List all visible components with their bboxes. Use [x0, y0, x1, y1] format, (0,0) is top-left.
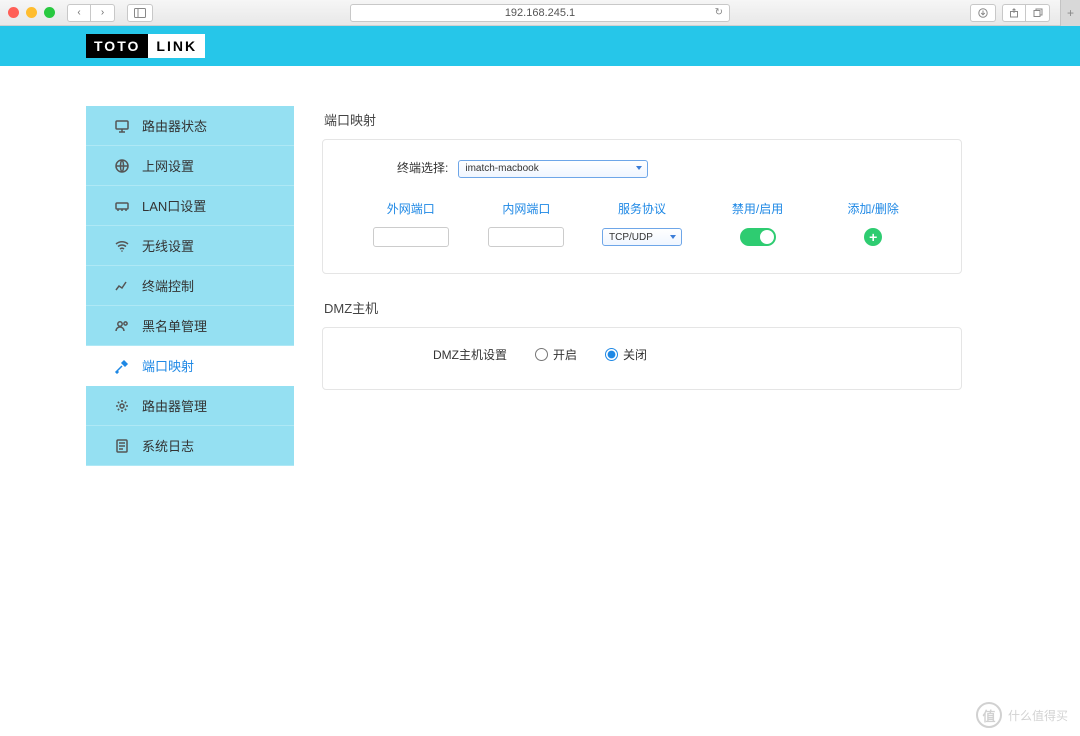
section-title-port-mapping: 端口映射	[324, 110, 962, 129]
minimize-window-icon[interactable]	[26, 7, 37, 18]
header-protocol: 服务协议	[584, 200, 700, 217]
sidebar-item-label: 无线设置	[142, 236, 194, 255]
terminal-select-row: 终端选择: imatch-macbook	[397, 158, 941, 178]
page-body: 路由器状态 上网设置 LAN口设置 无线设置 终端控制 黑名单管理 端口映射	[0, 66, 1080, 466]
sidebar-item-port-mapping[interactable]: 端口映射	[86, 346, 294, 386]
sidebar-item-internet-settings[interactable]: 上网设置	[86, 146, 294, 186]
tabs-button[interactable]	[1026, 4, 1050, 22]
sidebar-icon	[134, 8, 146, 18]
sidebar: 路由器状态 上网设置 LAN口设置 无线设置 终端控制 黑名单管理 端口映射	[86, 106, 294, 466]
users-icon	[114, 318, 130, 334]
address-bar[interactable]: 192.168.245.1 ↻	[350, 4, 730, 22]
sidebar-toggle-button[interactable]	[127, 4, 153, 22]
tabs-icon	[1033, 8, 1043, 18]
watermark: 值 什么值得买	[976, 702, 1068, 728]
dmz-radio-on[interactable]: 开启	[535, 346, 577, 363]
monitor-icon	[114, 118, 130, 134]
header-internal-port: 内网端口	[469, 200, 585, 217]
main-content: 端口映射 终端选择: imatch-macbook 外网端口 内网端口 服务协议…	[322, 106, 962, 466]
dmz-setting-row: DMZ主机设置 开启 关闭	[433, 346, 941, 363]
dmz-radio-off-input[interactable]	[605, 348, 618, 361]
watermark-text: 什么值得买	[1008, 707, 1068, 724]
gear-icon	[114, 398, 130, 414]
sidebar-item-terminal-control[interactable]: 终端控制	[86, 266, 294, 306]
share-button[interactable]	[1002, 4, 1026, 22]
forward-button[interactable]: ›	[91, 4, 115, 22]
enable-toggle[interactable]	[740, 228, 776, 246]
download-icon	[978, 8, 988, 18]
wifi-icon	[114, 238, 130, 254]
sidebar-item-blacklist[interactable]: 黑名单管理	[86, 306, 294, 346]
sidebar-item-label: 路由器管理	[142, 396, 207, 415]
toolbar-right: +	[964, 0, 1072, 26]
brand-logo: TOTO LINK	[86, 34, 205, 58]
header-external-port: 外网端口	[353, 200, 469, 217]
logo-left: TOTO	[86, 34, 148, 58]
dmz-setting-label: DMZ主机设置	[433, 346, 507, 363]
site-header: TOTO LINK	[0, 26, 1080, 66]
tools-icon	[114, 358, 130, 374]
sidebar-item-label: 终端控制	[142, 276, 194, 295]
sidebar-item-label: 系统日志	[142, 436, 194, 455]
port-mapping-card: 终端选择: imatch-macbook 外网端口 内网端口 服务协议 禁用/启…	[322, 139, 962, 274]
reload-icon[interactable]: ↻	[715, 7, 723, 18]
nav-buttons: ‹ ›	[67, 4, 115, 22]
section-title-dmz: DMZ主机	[324, 298, 962, 317]
sidebar-item-router-management[interactable]: 路由器管理	[86, 386, 294, 426]
logo-right: LINK	[148, 34, 205, 58]
terminal-select[interactable]: imatch-macbook	[458, 160, 648, 178]
internal-port-input[interactable]	[488, 227, 564, 247]
maximize-window-icon[interactable]	[44, 7, 55, 18]
add-rule-button[interactable]: +	[864, 228, 882, 246]
dmz-radio-off[interactable]: 关闭	[605, 346, 647, 363]
header-enable: 禁用/启用	[700, 200, 816, 217]
globe-icon	[114, 158, 130, 174]
share-icon	[1009, 8, 1019, 18]
external-port-input[interactable]	[373, 227, 449, 247]
sidebar-item-label: 黑名单管理	[142, 316, 207, 335]
port-mapping-headers: 外网端口 内网端口 服务协议 禁用/启用 添加/删除	[343, 200, 941, 217]
dmz-card: DMZ主机设置 开启 关闭	[322, 327, 962, 390]
dmz-radio-on-label: 开启	[553, 346, 577, 363]
port-mapping-row: TCP/UDP +	[343, 227, 941, 247]
protocol-select[interactable]: TCP/UDP	[602, 228, 682, 246]
terminal-select-label: 终端选择:	[397, 159, 448, 176]
close-window-icon[interactable]	[8, 7, 19, 18]
log-icon	[114, 438, 130, 454]
downloads-button[interactable]	[970, 4, 996, 22]
watermark-icon: 值	[976, 702, 1002, 728]
sidebar-item-system-log[interactable]: 系统日志	[86, 426, 294, 466]
sidebar-item-lan-settings[interactable]: LAN口设置	[86, 186, 294, 226]
header-action: 添加/删除	[815, 200, 931, 217]
browser-toolbar: ‹ › 192.168.245.1 ↻ +	[0, 0, 1080, 26]
back-button[interactable]: ‹	[67, 4, 91, 22]
lan-icon	[114, 198, 130, 214]
sidebar-item-label: 路由器状态	[142, 116, 207, 135]
chart-icon	[114, 278, 130, 294]
sidebar-item-router-status[interactable]: 路由器状态	[86, 106, 294, 146]
sidebar-item-label: 上网设置	[142, 156, 194, 175]
sidebar-item-label: LAN口设置	[142, 196, 206, 215]
url-text: 192.168.245.1	[505, 7, 575, 19]
sidebar-item-label: 端口映射	[142, 356, 194, 375]
sidebar-item-wireless-settings[interactable]: 无线设置	[86, 226, 294, 266]
dmz-radio-on-input[interactable]	[535, 348, 548, 361]
dmz-radio-off-label: 关闭	[623, 346, 647, 363]
new-tab-button[interactable]: +	[1060, 0, 1080, 26]
window-controls	[8, 7, 55, 18]
